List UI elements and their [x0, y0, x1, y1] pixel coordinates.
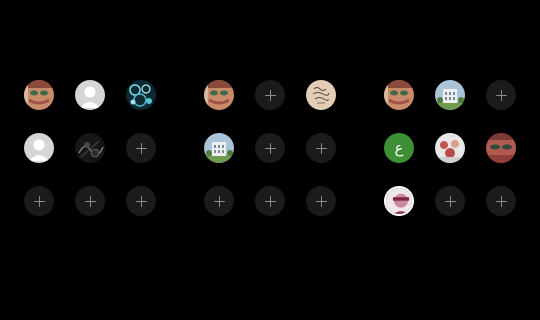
add-contact-button[interactable] [306, 186, 336, 216]
add-contact-button[interactable] [126, 133, 156, 163]
face-portrait-icon [384, 80, 414, 110]
handwritten-note-icon [306, 80, 336, 110]
teal-pattern-icon [126, 80, 156, 110]
plus-icon [495, 89, 507, 101]
person-silhouette-icon [75, 80, 105, 110]
group-photo-icon [435, 133, 465, 163]
face-portrait-avatar[interactable] [384, 80, 414, 110]
face-closeup-avatar[interactable] [486, 133, 516, 163]
plus-icon [33, 195, 45, 207]
dark-scene-avatar[interactable] [75, 133, 105, 163]
teal-pattern-avatar[interactable] [126, 80, 156, 110]
default-avatar[interactable] [75, 80, 105, 110]
handwritten-note-avatar[interactable] [306, 80, 336, 110]
contact-panel-3: ع [384, 80, 516, 216]
plus-icon [264, 89, 276, 101]
plus-icon [135, 142, 147, 154]
building-avatar[interactable] [435, 80, 465, 110]
add-contact-button[interactable] [486, 80, 516, 110]
add-contact-button[interactable] [24, 186, 54, 216]
default-avatar[interactable] [24, 133, 54, 163]
contact-panel-1 [24, 80, 156, 216]
add-contact-button[interactable] [255, 80, 285, 110]
add-contact-button[interactable] [126, 186, 156, 216]
plus-icon [315, 195, 327, 207]
plus-icon [315, 142, 327, 154]
letter-avatar[interactable]: ع [384, 133, 414, 163]
add-contact-button[interactable] [255, 186, 285, 216]
plus-icon [213, 195, 225, 207]
avatar-letter: ع [394, 139, 404, 157]
plus-icon [264, 142, 276, 154]
face-portrait-icon [204, 80, 234, 110]
plus-icon [444, 195, 456, 207]
person-selected-avatar[interactable] [384, 186, 414, 216]
plus-icon [264, 195, 276, 207]
person-silhouette-icon [24, 133, 54, 163]
add-contact-button[interactable] [306, 133, 336, 163]
face-portrait-avatar[interactable] [204, 80, 234, 110]
add-contact-button[interactable] [204, 186, 234, 216]
add-contact-button[interactable] [255, 133, 285, 163]
person-selected-icon [386, 188, 412, 214]
add-contact-button[interactable] [75, 186, 105, 216]
plus-icon [495, 195, 507, 207]
building-icon [204, 133, 234, 163]
group-photo-avatar[interactable] [435, 133, 465, 163]
face-portrait-icon [24, 80, 54, 110]
contact-panel-2 [204, 80, 336, 216]
building-icon [435, 80, 465, 110]
add-contact-button[interactable] [486, 186, 516, 216]
face-closeup-icon [486, 133, 516, 163]
plus-icon [84, 195, 96, 207]
add-contact-button[interactable] [435, 186, 465, 216]
building-avatar[interactable] [204, 133, 234, 163]
face-portrait-avatar[interactable] [24, 80, 54, 110]
plus-icon [135, 195, 147, 207]
dark-scene-icon [75, 133, 105, 163]
